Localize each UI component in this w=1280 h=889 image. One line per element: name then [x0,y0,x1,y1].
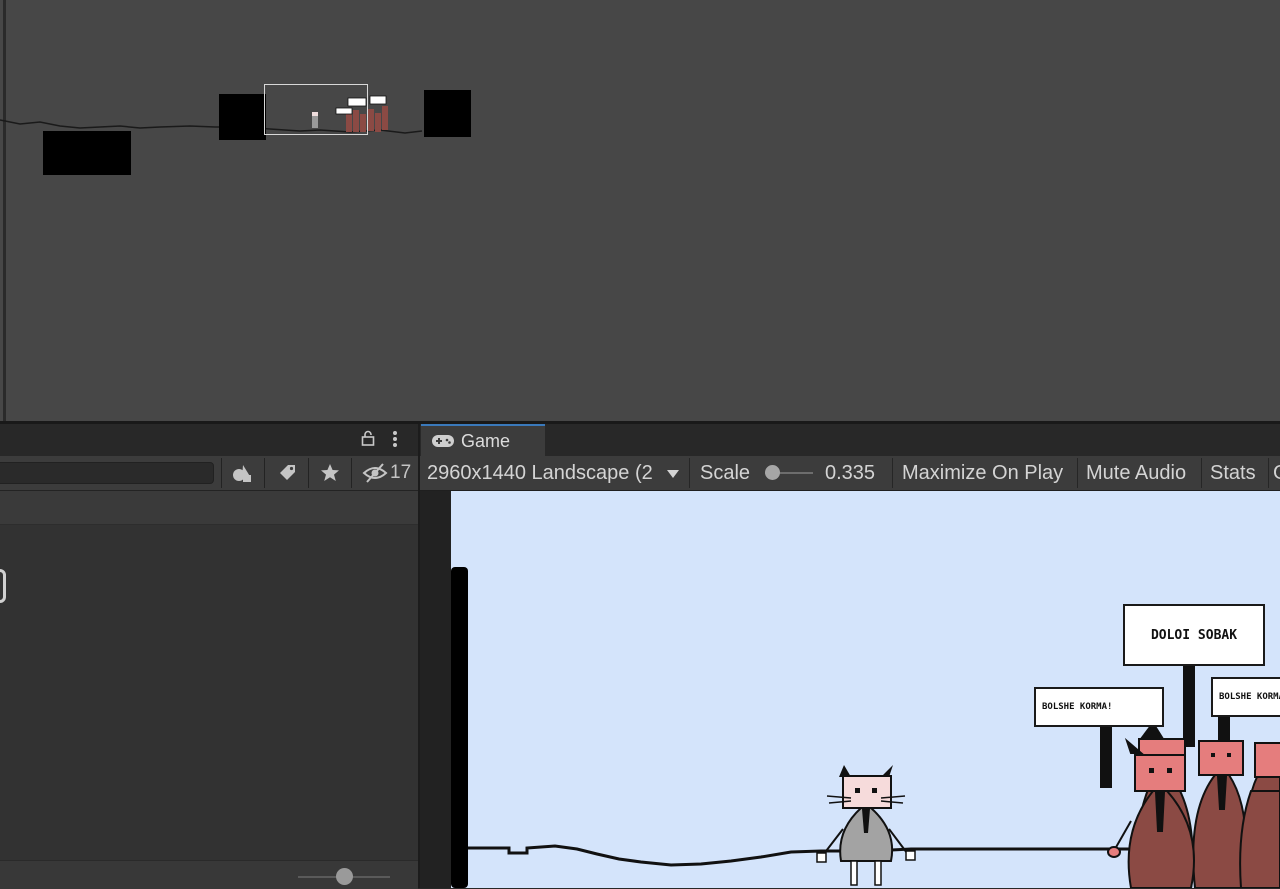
project-toolbar: 17 [0,456,418,491]
lock-icon[interactable] [358,430,378,450]
favorites-icon [321,464,339,481]
scene-overview [0,84,471,175]
scale-label: Scale [700,462,751,484]
project-breadcrumb-row [0,491,418,525]
tab-game[interactable]: Game [421,424,545,456]
maximize-on-play-toggle[interactable]: Maximize On Play [902,456,1063,490]
protest-sign-main: DOLOI SOBAK [1123,604,1265,666]
filter-by-label-icon [279,465,295,480]
project-assets-area[interactable] [0,525,418,860]
favorites-button[interactable] [308,458,351,488]
scene-sign-2 [369,95,387,105]
tab-game-label: Game [461,430,511,451]
icon-size-slider-thumb[interactable] [336,868,353,885]
resolution-label: 2960x1440 Landscape (2 [427,462,653,484]
game-toolbar: 2960x1440 Landscape (2 Scale 0.335 Maxim… [420,456,1280,491]
hidden-packages-icon [362,463,388,483]
scene-block-2 [219,94,266,140]
protest-sign-right: BOLSHE KORMA! [1211,677,1280,717]
black-wall [451,567,468,888]
scene-sign-1 [347,97,367,107]
filter-by-type-icon [233,465,251,482]
filter-by-label-button[interactable] [264,458,308,488]
hidden-count: 17 [390,462,412,483]
project-footer [0,860,418,889]
search-input[interactable] [0,462,214,484]
project-panel: 17 [0,424,418,889]
hidden-packages-toggle[interactable]: 17 [351,458,418,488]
asset-item-partial[interactable] [0,569,6,603]
scene-player [312,114,318,128]
gizmos-toggle[interactable]: Gizmos [1273,456,1280,490]
gamepad-icon [432,435,454,447]
scene-block-1 [43,131,131,175]
scale-value: 0.335 [825,462,876,484]
scene-sign-3 [335,107,353,115]
game-view-panel: Game 2960x1440 Landscape (2 Scale 0.335 … [420,424,1280,888]
project-tab-bar [0,424,418,456]
filter-by-type-button[interactable] [221,458,264,488]
game-render-area[interactable]: DOLOI SOBAK BOLSHE KORMA! BOLSHE KORMA! [451,491,1280,888]
mute-audio-toggle[interactable]: Mute Audio [1086,456,1186,490]
scale-slider-thumb[interactable] [765,465,780,480]
scene-block-3 [424,90,471,137]
player-cat [816,765,916,886]
scene-view[interactable] [0,0,1280,421]
resolution-dropdown[interactable]: 2960x1440 Landscape (2 [427,456,669,490]
kebab-menu-icon[interactable] [385,430,405,450]
chevron-down-icon[interactable] [667,456,685,490]
protest-sign-left: BOLSHE KORMA! [1034,687,1164,727]
stats-toggle[interactable]: Stats [1210,456,1256,490]
